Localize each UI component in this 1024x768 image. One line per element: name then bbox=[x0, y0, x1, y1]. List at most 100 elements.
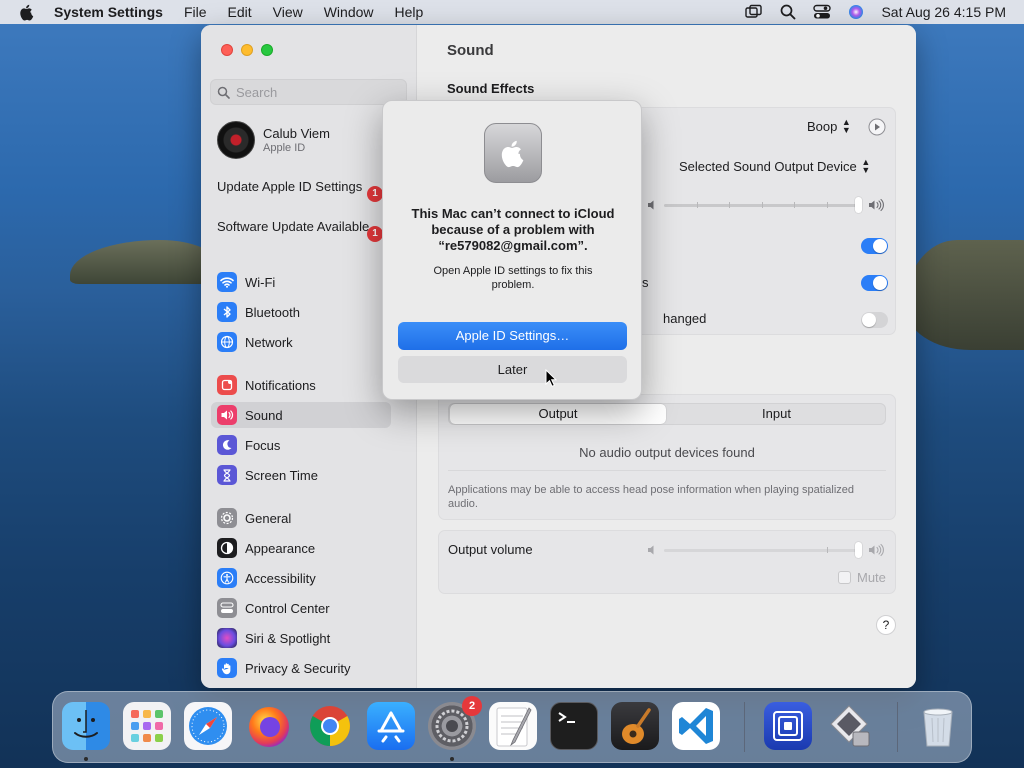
dock-textedit-icon[interactable] bbox=[489, 702, 537, 750]
apple-logo-icon bbox=[484, 123, 542, 183]
dock-firefox-icon[interactable] bbox=[245, 702, 293, 750]
speaker-icon bbox=[217, 405, 237, 425]
output-volume-slider[interactable] bbox=[664, 549, 860, 552]
screen-mirroring-icon[interactable] bbox=[745, 4, 763, 20]
sidebar-item-appearance[interactable]: Appearance bbox=[211, 535, 391, 561]
search-field[interactable] bbox=[210, 79, 407, 105]
tab-output[interactable]: Output bbox=[450, 404, 666, 424]
dock-app-store-icon[interactable] bbox=[367, 702, 415, 750]
sidebar-item-wifi[interactable]: Wi-Fi bbox=[211, 269, 391, 295]
siri-icon[interactable] bbox=[847, 4, 865, 20]
sidebar-item-general[interactable]: General bbox=[211, 505, 391, 531]
help-button[interactable]: ? bbox=[876, 615, 896, 635]
slider-tick bbox=[794, 202, 795, 208]
minimize-button[interactable] bbox=[241, 44, 253, 56]
sidebar-item-label: Accessibility bbox=[245, 570, 316, 586]
dock-separator bbox=[897, 702, 898, 752]
menu-view[interactable]: View bbox=[273, 4, 303, 20]
menu-file[interactable]: File bbox=[184, 4, 207, 20]
icloud-alert-dialog: This Mac can’t connect to iCloud because… bbox=[382, 100, 642, 400]
bluetooth-icon bbox=[217, 302, 237, 322]
sidebar-item-label: Notifications bbox=[245, 377, 316, 393]
sidebar-item-control-center[interactable]: Control Center bbox=[211, 595, 391, 621]
dock-system-settings-icon[interactable]: 2 bbox=[428, 696, 482, 750]
dock-safari-icon[interactable] bbox=[184, 702, 232, 750]
control-center-icon bbox=[217, 598, 237, 618]
mute-checkbox[interactable] bbox=[838, 571, 851, 584]
volume-low-icon bbox=[648, 545, 654, 555]
zoom-button[interactable] bbox=[261, 44, 273, 56]
alert-sound-popup[interactable]: Boop ▲ ▼ bbox=[807, 118, 851, 135]
dock-finder-icon[interactable] bbox=[62, 702, 110, 750]
search-input[interactable] bbox=[236, 84, 396, 100]
siri-icon bbox=[217, 628, 237, 648]
sidebar-item-label: General bbox=[245, 510, 292, 526]
dock-trash-icon[interactable] bbox=[914, 702, 962, 750]
dock-separator bbox=[744, 702, 745, 752]
apple-id-settings-button[interactable]: Apple ID Settings… bbox=[398, 322, 627, 350]
slider-tick bbox=[697, 202, 698, 208]
row-partial-label: hanged bbox=[663, 311, 707, 326]
dock-vscode-icon[interactable] bbox=[672, 702, 720, 750]
sidebar-item-label: Screen Time bbox=[245, 467, 318, 483]
wallpaper-island-right bbox=[905, 240, 1024, 350]
menu-edit[interactable]: Edit bbox=[228, 4, 252, 20]
hourglass-icon bbox=[217, 465, 237, 485]
volume-feedback-toggle[interactable] bbox=[861, 312, 888, 328]
slider-tick bbox=[762, 202, 763, 208]
sidebar-item-label: Sound bbox=[245, 407, 283, 423]
apple-menu-icon[interactable] bbox=[18, 3, 36, 21]
sidebar-item-privacy-security[interactable]: Privacy & Security bbox=[211, 655, 391, 681]
notice-label: Update Apple ID Settings bbox=[217, 179, 363, 194]
startup-sound-toggle[interactable] bbox=[861, 238, 888, 254]
running-indicator bbox=[450, 757, 454, 761]
menu-window[interactable]: Window bbox=[324, 4, 374, 20]
sidebar-item-label: Control Center bbox=[245, 600, 330, 616]
tab-input[interactable]: Input bbox=[668, 404, 885, 424]
menu-app-name[interactable]: System Settings bbox=[54, 4, 163, 20]
spotlight-search-icon[interactable] bbox=[779, 4, 797, 20]
dock-chrome-icon[interactable] bbox=[306, 702, 354, 750]
sidebar-item-accessibility[interactable]: Accessibility bbox=[211, 565, 391, 591]
running-indicator bbox=[84, 757, 88, 761]
slider-knob[interactable] bbox=[855, 197, 862, 213]
software-update-notice[interactable]: Software Update Available bbox=[217, 219, 387, 235]
dock: 2 bbox=[52, 691, 972, 763]
sidebar-item-sound[interactable]: Sound bbox=[211, 402, 391, 428]
alert-sound-value: Boop bbox=[807, 118, 838, 134]
notice-badge: 1 bbox=[367, 186, 383, 202]
dialog-title: This Mac can’t connect to iCloud because… bbox=[411, 206, 615, 253]
sidebar-item-focus[interactable]: Focus bbox=[211, 432, 391, 458]
page-title: Sound bbox=[447, 42, 494, 59]
control-center-icon[interactable] bbox=[813, 4, 832, 20]
sidebar-item-siri-spotlight[interactable]: Siri & Spotlight bbox=[211, 625, 391, 651]
apple-id-account[interactable]: Calub Viem Apple ID bbox=[217, 120, 407, 160]
slider-tick bbox=[827, 547, 828, 553]
ui-sound-effects-toggle[interactable] bbox=[861, 275, 888, 291]
sidebar-item-notifications[interactable]: Notifications bbox=[211, 372, 391, 398]
slider-knob[interactable] bbox=[855, 542, 862, 558]
dock-garageband-icon[interactable] bbox=[611, 702, 659, 750]
dock-screen-sharing-icon[interactable] bbox=[764, 702, 812, 750]
close-button[interactable] bbox=[221, 44, 233, 56]
play-sound-button[interactable] bbox=[868, 118, 886, 136]
dock-terminal-icon[interactable] bbox=[550, 702, 598, 750]
sidebar-item-network[interactable]: Network bbox=[211, 329, 391, 355]
menu-help[interactable]: Help bbox=[395, 4, 424, 20]
volume-low-icon bbox=[648, 200, 654, 210]
update-apple-id-notice[interactable]: Update Apple ID Settings bbox=[217, 179, 387, 195]
volume-high-icon bbox=[869, 543, 884, 557]
output-input-panel: Output Input No audio output devices fou… bbox=[438, 394, 896, 520]
later-button[interactable]: Later bbox=[398, 356, 627, 383]
menubar-clock[interactable]: Sat Aug 26 4:15 PM bbox=[881, 4, 1006, 20]
sidebar-item-bluetooth[interactable]: Bluetooth bbox=[211, 299, 391, 325]
bell-icon bbox=[217, 375, 237, 395]
accessibility-icon bbox=[217, 568, 237, 588]
play-sound-effects-through-popup[interactable]: Selected Sound Output Device ▲ ▼ bbox=[679, 158, 871, 175]
sidebar-item-screen-time[interactable]: Screen Time bbox=[211, 462, 391, 488]
dock-launchpad-icon[interactable] bbox=[123, 702, 171, 750]
menubar: System Settings File Edit View Window He… bbox=[0, 0, 1024, 24]
section-sound-effects: Sound Effects bbox=[447, 81, 535, 96]
dock-migration-assistant-icon[interactable] bbox=[825, 702, 873, 750]
moon-icon bbox=[217, 435, 237, 455]
